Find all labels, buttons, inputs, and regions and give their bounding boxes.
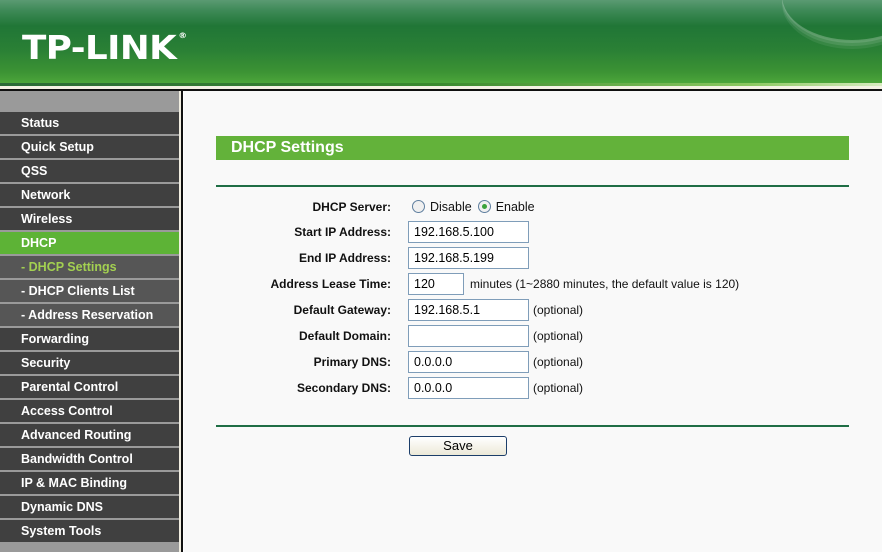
disable-radio-label[interactable]: Disable — [430, 200, 472, 214]
sidebar-item-status[interactable]: Status — [0, 112, 179, 134]
sidebar-item-dhcp-settings[interactable]: - DHCP Settings — [0, 256, 179, 278]
lease-time-input[interactable] — [408, 273, 464, 295]
secondary-dns-row: Secondary DNS: (optional) — [216, 377, 856, 399]
sidebar-item-bandwidth-control[interactable]: Bandwidth Control — [0, 448, 179, 470]
gateway-input[interactable] — [408, 299, 529, 321]
domain-row: Default Domain: (optional) — [216, 325, 856, 347]
domain-hint: (optional) — [533, 329, 584, 343]
sidebar-item-network[interactable]: Network — [0, 184, 179, 206]
gateway-label: Default Gateway: — [293, 303, 391, 317]
enable-radio-label[interactable]: Enable — [496, 200, 535, 214]
start-ip-input[interactable] — [408, 221, 529, 243]
tp-link-logo: TP-LINK ® — [22, 28, 187, 67]
top-separator — [216, 185, 849, 187]
bottom-separator — [216, 425, 849, 427]
page-title: DHCP Settings — [216, 136, 849, 160]
sidebar-item-parental-control[interactable]: Parental Control — [0, 376, 179, 398]
end-ip-input[interactable] — [408, 247, 529, 269]
logo-text: TP-LINK — [22, 28, 177, 67]
sidebar-top-spacer — [0, 91, 179, 112]
sidebar-item-dhcp-clients-list[interactable]: - DHCP Clients List — [0, 280, 179, 302]
lease-time-hint: minutes (1~2880 minutes, the default val… — [470, 277, 740, 291]
sidebar-item-access-control[interactable]: Access Control — [0, 400, 179, 422]
end-ip-label: End IP Address: — [298, 251, 391, 265]
main-content: DHCP Settings DHCP Server: Disable Enable… — [184, 91, 882, 552]
sidebar-item-wireless[interactable]: Wireless — [0, 208, 179, 230]
header-banner: TP-LINK ® — [0, 0, 882, 83]
domain-label: Default Domain: — [298, 329, 391, 343]
primary-dns-row: Primary DNS: (optional) — [216, 351, 856, 373]
primary-dns-hint: (optional) — [533, 355, 584, 369]
sidebar-nav: Status Quick Setup QSS Network Wireless DHCP -… — [0, 112, 179, 542]
secondary-dns-label: Secondary DNS: — [296, 381, 391, 395]
sidebar-item-quick-setup[interactable]: Quick Setup — [0, 136, 179, 158]
dhcp-server-row: DHCP Server: Disable Enable — [216, 196, 856, 218]
sidebar-item-dynamic-dns[interactable]: Dynamic DNS — [0, 496, 179, 518]
gateway-row: Default Gateway: (optional) — [216, 299, 856, 321]
secondary-dns-hint: (optional) — [533, 381, 584, 395]
secondary-dns-input[interactable] — [408, 377, 529, 399]
primary-dns-label: Primary DNS: — [313, 355, 391, 369]
registered-mark: ® — [178, 31, 187, 40]
enable-radio[interactable] — [477, 200, 491, 213]
sidebar-item-system-tools[interactable]: System Tools — [0, 520, 179, 542]
sidebar-item-qss[interactable]: QSS — [0, 160, 179, 182]
lease-time-row: Address Lease Time: minutes (1~2880 minu… — [216, 273, 856, 295]
end-ip-row: End IP Address: — [216, 247, 856, 269]
decorative-swoosh — [782, 0, 882, 41]
primary-dns-input[interactable] — [408, 351, 529, 373]
start-ip-label: Start IP Address: — [294, 225, 391, 239]
sidebar-item-ip-and-mac-binding[interactable]: IP & MAC Binding — [0, 472, 179, 494]
disable-radio[interactable] — [412, 200, 425, 213]
lease-time-label: Address Lease Time: — [270, 277, 392, 291]
dhcp-server-radio-group: Disable Enable — [412, 196, 541, 218]
sidebar-item-address-reservation[interactable]: - Address Reservation — [0, 304, 179, 326]
domain-input[interactable] — [408, 325, 529, 347]
start-ip-row: Start IP Address: — [216, 221, 856, 243]
sidebar-item-security[interactable]: Security — [0, 352, 179, 374]
dhcp-server-label: DHCP Server: — [312, 200, 391, 214]
sidebar-item-dhcp[interactable]: DHCP — [0, 232, 179, 254]
sidebar-item-forwarding[interactable]: Forwarding — [0, 328, 179, 350]
sidebar-item-advanced-routing[interactable]: Advanced Routing — [0, 424, 179, 446]
gateway-hint: (optional) — [533, 303, 584, 317]
sidebar: Status Quick Setup QSS Network Wireless DHCP -… — [0, 91, 179, 552]
save-button[interactable]: Save — [409, 436, 507, 456]
